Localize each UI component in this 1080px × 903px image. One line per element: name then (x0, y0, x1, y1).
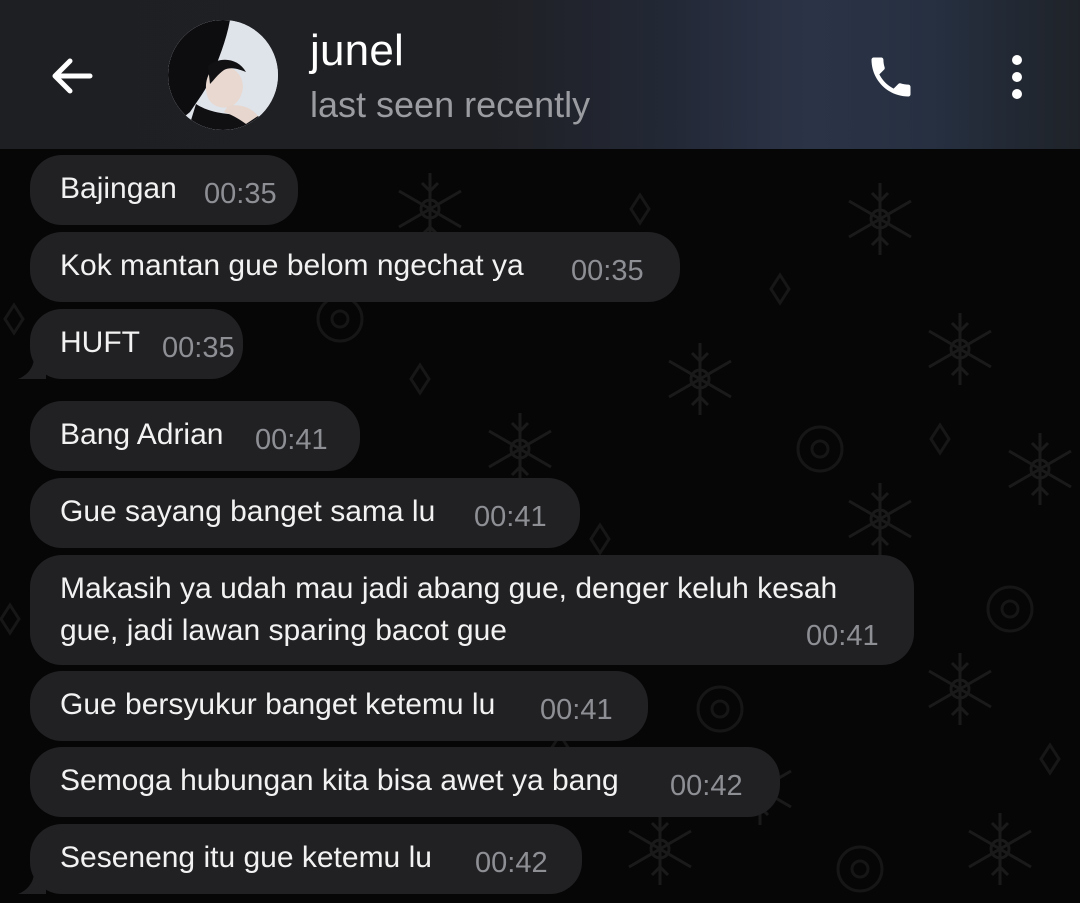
more-options-button[interactable] (995, 46, 1039, 108)
message-bubble[interactable]: Bajingan 00:35 (30, 155, 298, 225)
message-bubble[interactable]: Kok mantan gue belom ngechat ya 00:35 (30, 232, 680, 302)
message-text: Kok mantan gue belom ngechat ya (60, 249, 524, 282)
message-time: 00:35 (204, 178, 277, 210)
chat-screen: junel last seen recently Bajingan 00:35 … (0, 0, 1080, 903)
message-time: 00:41 (474, 501, 547, 533)
message-time: 00:41 (806, 620, 879, 652)
message-time: 00:41 (540, 694, 613, 726)
message-list: Bajingan 00:35 Kok mantan gue belom ngec… (0, 149, 1080, 903)
message-text: HUFT (60, 326, 140, 359)
message-text: Seseneng itu gue ketemu lu (60, 841, 432, 874)
message-time: 00:35 (162, 332, 235, 364)
message-bubble[interactable]: Gue bersyukur banget ketemu lu 00:41 (30, 671, 648, 741)
message-bubble[interactable]: Bang Adrian 00:41 (30, 401, 360, 471)
message-time: 00:42 (475, 847, 548, 879)
chat-status: last seen recently (310, 84, 591, 125)
back-button[interactable] (40, 44, 104, 108)
avatar-photo (168, 20, 278, 130)
message-time: 00:42 (670, 770, 743, 802)
message-text: Gue bersyukur banget ketemu lu (60, 688, 496, 721)
message-text: Bajingan (60, 172, 177, 205)
phone-icon (871, 57, 911, 97)
avatar[interactable] (168, 20, 278, 130)
message-bubble[interactable]: Semoga hubungan kita bisa awet ya bang 0… (30, 747, 780, 817)
chat-title[interactable]: junel (310, 26, 404, 76)
message-text: Semoga hubungan kita bisa awet ya bang (60, 764, 619, 797)
message-text: Bang Adrian (60, 418, 224, 451)
message-time: 00:41 (255, 424, 328, 456)
arrow-left-icon (52, 58, 93, 94)
bubble-tail (18, 872, 46, 894)
chat-area[interactable]: Bajingan 00:35 Kok mantan gue belom ngec… (0, 149, 1080, 903)
more-vertical-icon (1012, 55, 1022, 99)
message-text-line-2: gue, jadi lawan sparing bacot gue (60, 614, 507, 647)
message-bubble[interactable]: Gue sayang banget sama lu 00:41 (30, 478, 580, 548)
message-bubble[interactable]: Makasih ya udah mau jadi abang gue, deng… (30, 555, 914, 665)
message-bubble[interactable]: HUFT 00:35 (18, 309, 243, 379)
message-time: 00:35 (571, 255, 644, 287)
call-button[interactable] (860, 46, 922, 108)
message-text: Makasih ya udah mau jadi abang gue, deng… (60, 572, 838, 605)
bubble-tail (18, 357, 46, 379)
message-text: Gue sayang banget sama lu (60, 495, 436, 528)
message-bubble[interactable]: Seseneng itu gue ketemu lu 00:42 (18, 824, 582, 894)
chat-header: junel last seen recently (0, 0, 1080, 149)
